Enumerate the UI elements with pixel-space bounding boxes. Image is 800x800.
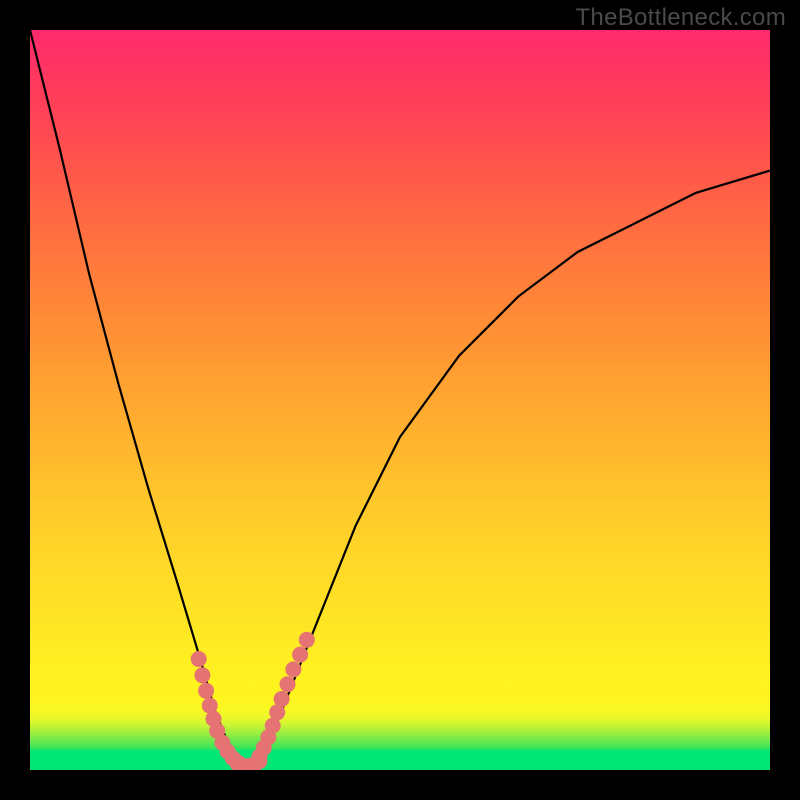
bad-zone-marker (292, 647, 308, 663)
bottleneck-curve (30, 30, 770, 766)
bad-zone-marker (280, 676, 296, 692)
chart-frame: TheBottleneck.com (0, 0, 800, 800)
bad-zone-marker (198, 683, 214, 699)
bad-zone-marker (299, 632, 315, 648)
bad-zone-marker (274, 691, 290, 707)
watermark-text: TheBottleneck.com (575, 4, 786, 32)
bad-zone-marker (194, 667, 210, 683)
chart-svg (30, 30, 770, 770)
bad-zone-marker (191, 651, 207, 667)
bad-zone-marker (285, 661, 301, 677)
bad-zone-marker-group (191, 632, 315, 770)
